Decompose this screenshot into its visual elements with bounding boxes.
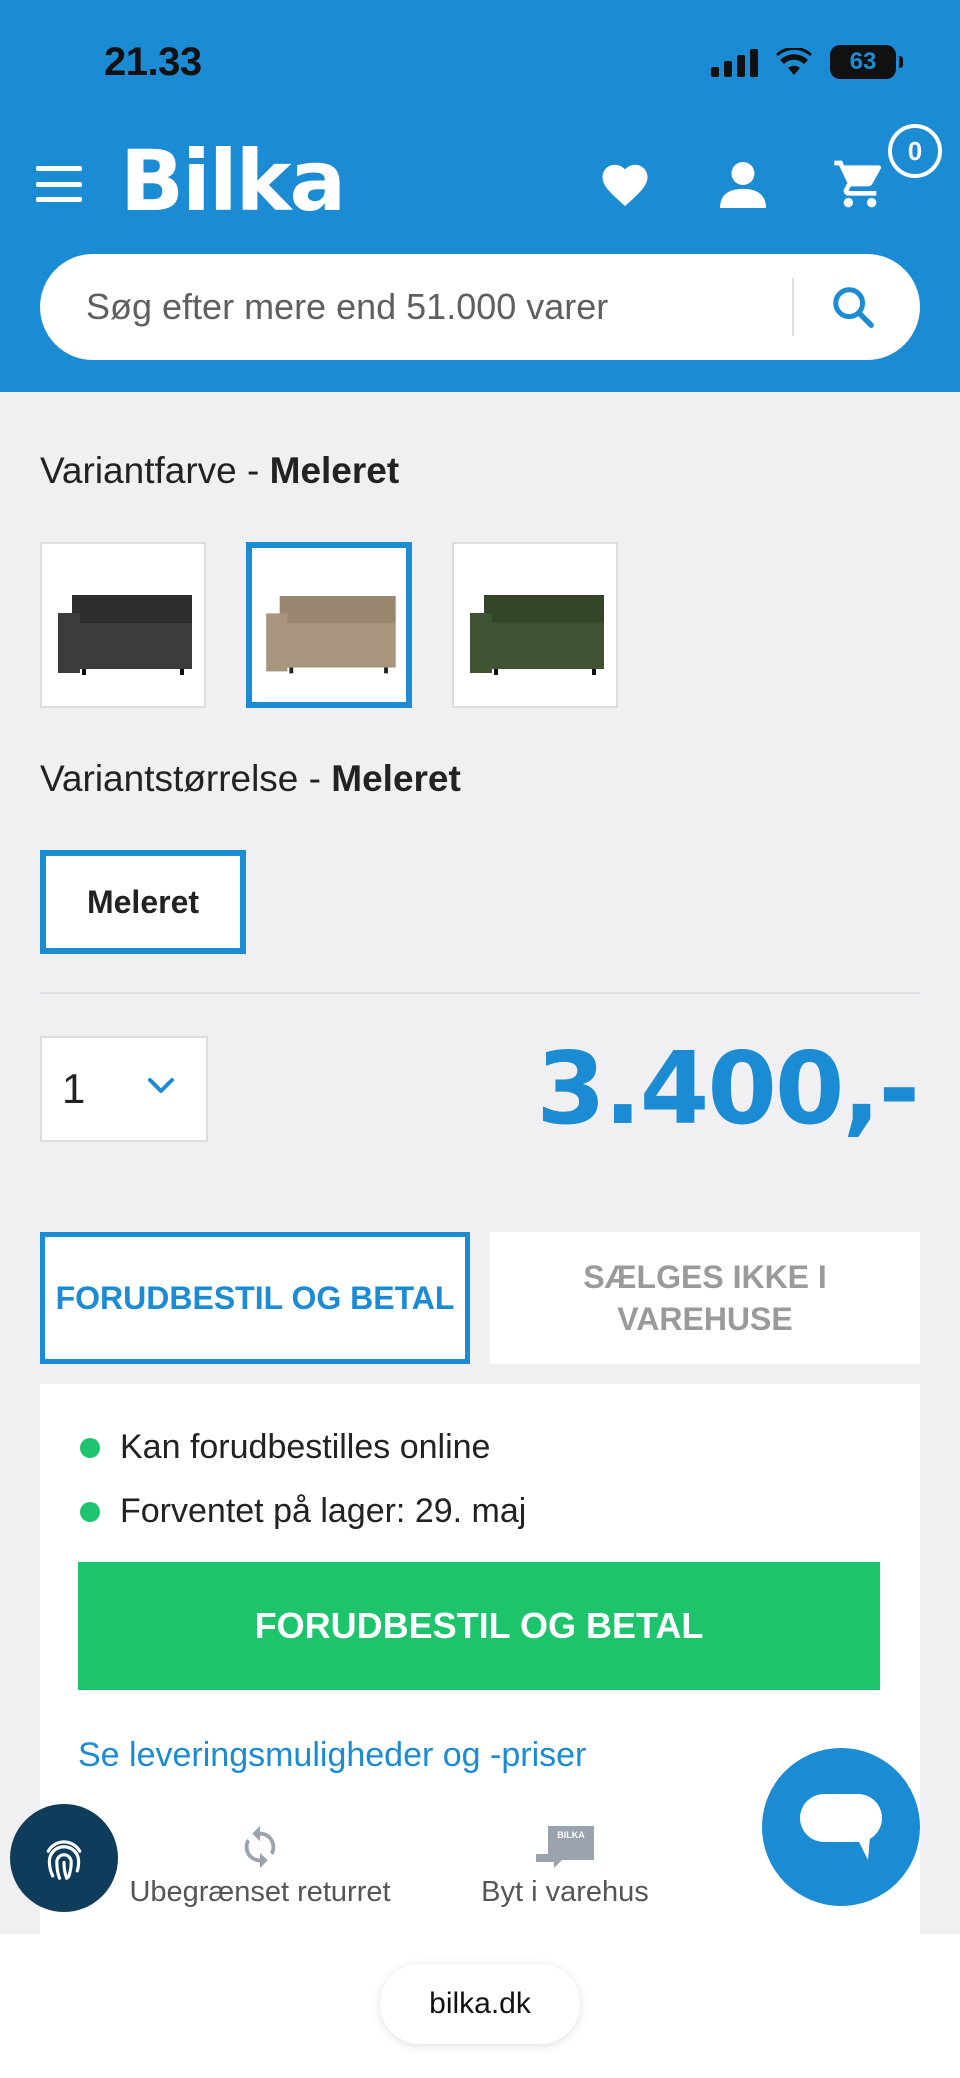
variant-color-label: Variantfarve - Meleret [40,450,399,492]
cart-count-badge: 0 [888,124,942,178]
size-option-meleret[interactable]: Meleret [40,850,246,954]
browser-url-pill[interactable]: bilka.dk [380,1964,580,2044]
delivery-options-link[interactable]: Se leveringsmuligheder og -priser [78,1736,586,1775]
search-divider [792,278,794,336]
feature-unlimited-return: Ubegrænset returret [110,1824,410,1909]
variant-color-value: Meleret [269,450,400,491]
status-preorder-online: Kan forudbestilles online [80,1428,490,1467]
sofa-beige-thumbnail [266,596,396,674]
cellular-signal-icon [711,47,758,77]
status-expected-stock: Forventet på lager: 29. maj [80,1492,526,1531]
sofa-green-thumbnail [470,595,604,675]
search-icon [833,287,874,328]
status-icons: 63 [711,42,903,82]
search-bar [40,254,920,360]
quantity-select[interactable]: 1 [40,1036,208,1142]
product-price: 3.400,- [536,1030,920,1147]
user-icon[interactable] [720,160,766,210]
refresh-icon [244,1825,276,1869]
search-button[interactable] [818,274,888,340]
feature-exchange-in-store: BILKA Byt i varehus [430,1824,700,1909]
swatch-green[interactable] [452,542,618,708]
variant-color-label-text: Variantfarve - [40,450,270,491]
variant-size-value: Meleret [331,758,461,799]
fingerprint-button[interactable] [10,1804,118,1912]
section-divider [40,992,920,994]
feature-exchange-text: Byt i varehus [481,1876,649,1908]
variant-size-label-text: Variantstørrelse - [40,758,332,799]
store-exchange-icon: BILKA [536,1826,594,1868]
status-dot-green [80,1437,100,1458]
browser-bottom-bar: bilka.dk [0,1934,960,2078]
status-dot-green [80,1501,100,1522]
app-header: 21.33 63 Bilka 0 [0,0,960,392]
preorder-pay-button[interactable]: FORUDBESTIL OG BETAL [78,1562,880,1690]
feature-unlimited-return-text: Ubegrænset returret [129,1876,391,1908]
sofa-dark-grey-thumbnail [58,595,192,675]
fingerprint-icon [46,1840,82,1880]
heart-icon[interactable] [598,158,652,212]
wifi-icon [776,48,812,75]
battery-level: 63 [849,48,877,75]
chat-button[interactable] [762,1748,920,1906]
battery-icon: 63 [830,45,903,79]
chevron-down-icon [148,1078,174,1093]
cart-icon[interactable] [832,156,888,212]
store-badge-text: BILKA [557,1830,585,1840]
chat-icon [800,1794,882,1860]
swatch-beige[interactable] [246,542,412,708]
status-expected-text: Forventet på lager: 29. maj [120,1492,527,1530]
tab-preorder[interactable]: FORUDBESTIL OG BETAL [40,1232,470,1364]
bilka-logo[interactable]: Bilka [120,132,346,230]
swatch-dark-grey[interactable] [40,542,206,708]
tab-not-in-store[interactable]: SÆLGES IKKE I VAREHUSE [490,1232,920,1364]
quantity-value: 1 [62,1065,86,1112]
search-input[interactable] [86,278,806,336]
status-time: 21.33 [104,40,202,84]
menu-icon[interactable] [36,166,82,202]
variant-size-label: Variantstørrelse - Meleret [40,758,461,800]
status-preorder-text: Kan forudbestilles online [120,1428,491,1466]
